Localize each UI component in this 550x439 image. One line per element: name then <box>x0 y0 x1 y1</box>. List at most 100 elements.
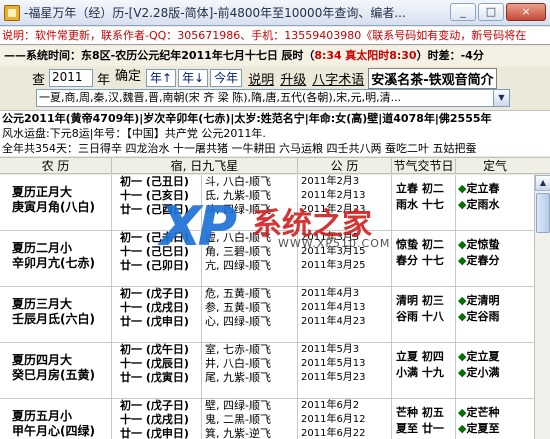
vertical-scrollbar[interactable]: ▲ <box>534 175 550 439</box>
solar-term: 谷雨 十八 <box>396 310 444 323</box>
month-ganzhi: 辛卯月亢(七赤) <box>12 256 95 270</box>
table-row[interactable]: 夏历二月小 辛卯月亢(七赤) 初一 (己未日) 十一 (己巳日) 廿一 (己卯日… <box>0 231 550 287</box>
solar-term: 立夏 初四 <box>396 350 444 363</box>
month-ganzhi: 癸巳月房(五黄) <box>12 368 95 382</box>
confirm-button[interactable]: 确定 <box>112 69 144 87</box>
def-term: 定雨水 <box>466 198 500 211</box>
dynasty-select-value: 一夏,商,周,秦,汉,魏晋,晋,南朝(宋 齐 梁 陈),隋,唐,五代(各朝),宋… <box>39 91 402 104</box>
month-name: 夏历四月大 <box>12 353 73 367</box>
day-ganzhi: 廿一 (己卯日) <box>120 259 189 272</box>
col-header-solar: 公 历 <box>298 158 392 173</box>
solar-date: 2011年6月2 <box>301 400 360 411</box>
solar-date: 2011年2月23 <box>301 204 366 215</box>
solar-term: 惊蛰 初二 <box>396 238 444 251</box>
local-time: 8:34 <box>314 49 342 62</box>
year-info-line-3: 全年共354天：三日得辛 四龙治水 十一屠共猪 一牛耕田 六马运粮 四壬共八两 … <box>2 142 477 155</box>
solar-term: 小满 十九 <box>396 366 444 379</box>
month-ganzhi: 甲午月心(四绿) <box>12 424 95 438</box>
minimize-button[interactable]: _ <box>450 3 476 21</box>
day-ganzhi-cell: 初一 (戊子日) 十一 (戊戌日) 廿一 (戊申日) <box>112 287 202 342</box>
flying-star: 虚, 八白-顺飞 <box>205 231 271 244</box>
tea-ad-link[interactable]: 安溪名茶-铁观音简介 <box>368 67 497 89</box>
notice-bar: 说明：软件常更新，联系作者-QQ：305671986、手机：1355940398… <box>0 27 550 45</box>
solar-term: 立春 初二 <box>396 182 444 195</box>
solar-time: 8:30 <box>389 49 417 62</box>
star-cell: 危, 五黄-顺飞 参, 五黄-顺飞 心, 四绿-顺飞 <box>202 287 298 342</box>
day-ganzhi: 初一 (己未日) <box>120 231 189 244</box>
year-info-panel: 公元2011年(黄帝4709年)|岁次辛卯年(七赤)|太岁:姓范名宁|年命:女(… <box>0 110 550 156</box>
system-time-label: ——系统时间：东8区-农历公元纪年2011年七月十七日 <box>4 49 278 62</box>
month-name: 夏历正月大 <box>12 185 73 199</box>
app-icon <box>4 4 20 21</box>
flying-star: 亢, 四绿-顺飞 <box>205 259 271 272</box>
dynasty-select[interactable]: 一夏,商,周,秦,汉,魏晋,晋,南朝(宋 齐 梁 陈),隋,唐,五代(各朝),宋… <box>36 89 510 107</box>
flying-star: 尾, 九紫-顺飞 <box>205 371 271 384</box>
flying-star: 参, 五黄-顺飞 <box>205 301 271 314</box>
day-ganzhi: 廿一 (戊申日) <box>120 315 189 328</box>
year-input[interactable]: 2011 <box>49 69 94 87</box>
solar-date: 2011年5月13 <box>301 358 366 369</box>
flying-star: 箕, 九紫-逆飞 <box>205 427 271 439</box>
solar-cell: 2011年2月3 2011年2月13 2011年2月23 <box>298 175 392 230</box>
month-ganzhi: 壬辰月氐(六白) <box>12 312 95 326</box>
scroll-up-icon[interactable]: ▲ <box>535 175 550 191</box>
day-ganzhi-cell: 初一 (戊午日) 十一 (戊辰日) 廿一 (戊寅日) <box>112 343 202 398</box>
solar-date: 2011年5月23 <box>301 372 366 383</box>
day-ganzhi: 十一 (戊戌日) <box>120 301 189 314</box>
flying-star: 斗, 四绿-顺飞 <box>205 203 271 216</box>
month-name: 夏历五月小 <box>12 409 73 423</box>
flying-star: 鬼, 二黑-顺飞 <box>205 413 271 426</box>
day-ganzhi-cell: 初一 (己丑日) 十一 (己亥日) 廿一 (己酉日) <box>112 175 202 230</box>
solar-term: 芒种 初五 <box>396 406 444 419</box>
chevron-down-icon[interactable]: ▼ <box>493 90 509 106</box>
month-cell: 夏历五月小 甲午月心(四绿) <box>0 399 112 439</box>
month-name: 夏历三月大 <box>12 297 73 311</box>
flying-star: 井, 八白-顺飞 <box>205 357 271 370</box>
this-year-button[interactable]: 今年 <box>210 69 243 87</box>
solar-cell: 2011年6月2 2011年6月12 2011年6月22 <box>298 399 392 439</box>
flying-star: 心, 四绿-顺飞 <box>205 315 271 328</box>
solar-date: 2011年6月12 <box>301 414 366 425</box>
table-header: 农 历 宿, 日九飞星 公 历 节气交节日 定气 <box>0 157 550 174</box>
flying-star: 斗, 八白-顺飞 <box>205 175 271 188</box>
year-up-button[interactable]: 年↑ <box>146 69 177 87</box>
table-row[interactable]: 夏历四月大 癸巳月房(五黄) 初一 (戊午日) 十一 (戊辰日) 廿一 (戊寅日… <box>0 343 550 399</box>
def-term: 定春分 <box>466 254 500 267</box>
scrollbar-thumb[interactable] <box>536 193 550 233</box>
system-time-bar: ——系统时间：东8区-农历公元纪年2011年七月十七日 辰时（8:34 真太阳时… <box>0 46 550 66</box>
calendar-table: 夏历正月大 庚寅月角(八白) 初一 (己丑日) 十一 (己亥日) 廿一 (己酉日… <box>0 175 550 439</box>
query-prefix: 查 <box>32 72 46 88</box>
table-row[interactable]: 夏历正月大 庚寅月角(八白) 初一 (己丑日) 十一 (己亥日) 廿一 (己酉日… <box>0 175 550 231</box>
col-header-def: 定气 <box>482 159 507 173</box>
help-link[interactable]: 说明 <box>248 69 274 88</box>
year-info-line-2: 风水运盘:下元8运|年号：【中国】共产党 公元2011年. <box>2 127 266 140</box>
def-term: 定立春 <box>466 182 500 195</box>
solar-term: 夏至 廿一 <box>396 422 444 435</box>
day-ganzhi: 初一 (己丑日) <box>120 175 189 188</box>
day-ganzhi-cell: 初一 (戊子日) 十一 (戊戌日) 廿一 (戊申日) <box>112 399 202 439</box>
year-down-button[interactable]: 年↓ <box>178 69 209 87</box>
solar-date: 2011年4月3 <box>301 288 360 299</box>
solar-term-cell: 惊蛰 初二 春分 十七 <box>392 231 456 286</box>
solar-date: 2011年3月5 <box>301 232 360 243</box>
col-header-lunar: 农 历 <box>0 158 112 173</box>
star-cell: 斗, 八白-顺飞 氐, 九紫-顺飞 斗, 四绿-顺飞 <box>202 175 298 230</box>
table-row[interactable]: 夏历三月大 壬辰月氐(六白) 初一 (戊子日) 十一 (戊戌日) 廿一 (戊申日… <box>0 287 550 343</box>
month-name: 夏历二月小 <box>12 241 73 255</box>
flying-star: 角, 三碧-顺飞 <box>205 245 271 258</box>
def-term: 定惊蛰 <box>466 238 500 251</box>
maximize-button[interactable]: □ <box>478 3 504 21</box>
upgrade-link[interactable]: 升级 <box>280 69 306 88</box>
query-row: 查 2011 年 确定 年↑ 年↓ 今年 说明 升级 八字术语 安溪名茶-铁观音… <box>0 66 550 90</box>
time-diff: ）时差：-4分 <box>416 49 484 62</box>
solar-date: 2011年2月3 <box>301 176 360 187</box>
year-info-line-1: 公元2011年(黄帝4709年)|岁次辛卯年(七赤)|太岁:姓范名宁|年命:女(… <box>2 112 492 125</box>
close-button[interactable]: × <box>506 3 546 21</box>
solar-date: 2011年3月15 <box>301 246 366 257</box>
table-row[interactable]: 夏历五月小 甲午月心(四绿) 初一 (戊子日) 十一 (戊戌日) 廿一 (戊申日… <box>0 399 550 439</box>
day-ganzhi: 初一 (戊子日) <box>120 399 189 412</box>
bazi-link[interactable]: 八字术语 <box>312 69 364 88</box>
flying-star: 壁, 四绿-顺飞 <box>205 399 271 412</box>
col-header-star: 宿, 日九飞星 <box>112 158 298 173</box>
solar-date: 2011年2月13 <box>301 190 366 201</box>
